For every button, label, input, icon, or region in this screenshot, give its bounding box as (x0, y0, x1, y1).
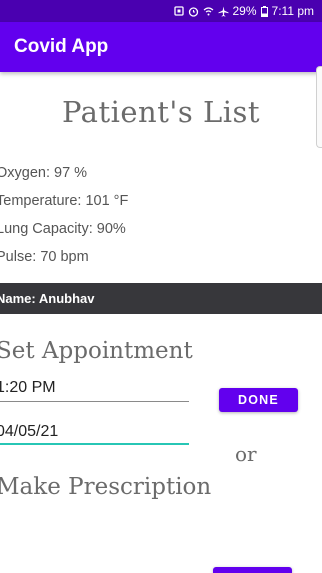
wifi-icon (203, 7, 213, 16)
battery-percent: 29% (232, 4, 257, 18)
or-separator: or (235, 442, 257, 466)
app-bar: Covid App (0, 22, 322, 72)
make-prescription-heading: Make Prescription (0, 474, 212, 500)
status-icons: 29% 7:11 pm (173, 4, 314, 18)
time-input-underline (0, 401, 189, 402)
prescription-action-button[interactable] (213, 567, 292, 573)
appointment-date-input[interactable] (0, 419, 189, 445)
vital-pulse: Pulse: 70 bpm (0, 249, 89, 265)
clock: 7:11 pm (271, 4, 314, 18)
vital-lung-capacity: Lung Capacity: 90% (0, 221, 126, 237)
done-button[interactable]: DONE (219, 388, 298, 412)
patient-name: Name: Anubhav (0, 291, 95, 306)
alarm-icon (188, 6, 198, 17)
app-title: Covid App (14, 36, 109, 57)
nfc-icon (173, 6, 184, 16)
appointment-time-input[interactable] (0, 375, 189, 401)
vital-oxygen: Oxygen: 97 % (0, 165, 88, 181)
status-bar: 29% 7:11 pm (0, 0, 322, 22)
page-title: Patient's List (61, 95, 261, 129)
patient-name-bar: Name: Anubhav (0, 283, 322, 314)
airplane-icon (218, 6, 228, 17)
set-appointment-heading: Set Appointment (0, 338, 193, 364)
battery-icon (260, 5, 268, 17)
vital-temperature: Temperature: 101 °F (0, 193, 129, 209)
date-input-underline (0, 443, 189, 445)
